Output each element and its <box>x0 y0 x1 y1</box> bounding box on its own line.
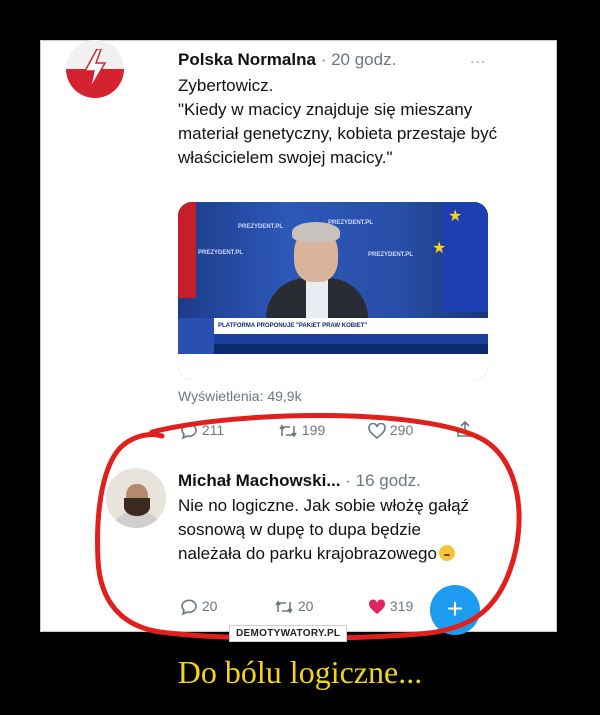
lightning-bolt-icon <box>83 49 107 89</box>
tweet2-header: Michał Machowski... · 16 godz. <box>178 471 421 491</box>
tweet2-time: · 16 godz. <box>345 471 421 490</box>
tweet1-reply-action[interactable]: 211 <box>180 422 225 440</box>
eu-star-icon: ★ <box>448 208 463 225</box>
more-options-icon[interactable]: ... <box>470 50 486 68</box>
tweet1-time: · 20 godz. <box>320 50 397 69</box>
retweet-icon <box>279 424 297 438</box>
tweet1-video[interactable]: ★ ★ PREZYDENT.PL PREZYDENT.PL PREZYDENT.… <box>178 202 488 380</box>
tweet1-author[interactable]: Polska Normalna <box>178 50 316 69</box>
tweet1-retweet-action[interactable]: 199 <box>278 422 325 438</box>
video-wall-text: PREZYDENT.PL <box>368 252 414 258</box>
like-icon <box>368 599 386 615</box>
tweet2-text: Nie no logiczne. Jak sobie włożę gałąź s… <box>178 494 478 566</box>
tweet2-reply-count: 20 <box>201 598 218 614</box>
video-wall-text: PREZYDENT.PL <box>198 250 244 256</box>
tweet2-like-action[interactable]: 319 <box>368 598 413 615</box>
tweet1-like-action[interactable]: 290 <box>368 422 414 440</box>
compose-button[interactable]: + <box>430 585 480 635</box>
tweet1-text: Zybertowicz. "Kiedy w macicy znajduje si… <box>178 76 498 167</box>
eu-star-icon: ★ <box>432 240 447 257</box>
tweet2-author[interactable]: Michał Machowski... <box>178 471 341 490</box>
reply-icon <box>181 599 197 616</box>
compose-icon: + <box>446 593 464 624</box>
tweet2-like-count: 319 <box>389 598 414 614</box>
tweet2-text-body: Nie no logiczne. Jak sobie włożę gałąź s… <box>178 496 470 563</box>
video-wall-text: PREZYDENT.PL <box>238 224 284 230</box>
reply-icon <box>181 423 197 440</box>
tweet1-retweet-count: 199 <box>301 422 326 438</box>
avatar-michal-machowski[interactable] <box>106 468 166 528</box>
tweet1-like-count: 290 <box>389 422 414 438</box>
ticker-headline: PLATFORMA PROPONUJE "PAKIET PRAW KOBIET" <box>178 318 488 334</box>
tweet2-retweet-count: 20 <box>297 598 314 614</box>
caption: Do bólu logiczne... <box>177 654 423 690</box>
tweet1-reply-count: 211 <box>201 422 225 438</box>
tweet1-views: Wyświetlenia: 49,9k <box>178 388 302 404</box>
tweet2-reply-action[interactable]: 20 <box>180 598 218 616</box>
tweet1-header: Polska Normalna · 20 godz. <box>178 50 396 70</box>
tweet1-share-action[interactable] <box>456 420 474 438</box>
video-news-ticker: PLATFORMA PROPONUJE "PAKIET PRAW KOBIET" <box>178 318 488 380</box>
share-icon <box>457 421 473 438</box>
watermark: DEMOTYWATORY.PL <box>229 625 348 642</box>
retweet-icon <box>275 600 293 614</box>
like-icon <box>368 423 386 440</box>
emoji-face-icon <box>438 545 455 561</box>
tweet2-retweet-action[interactable]: 20 <box>274 598 313 614</box>
avatar-polska-normalna[interactable] <box>66 40 124 98</box>
